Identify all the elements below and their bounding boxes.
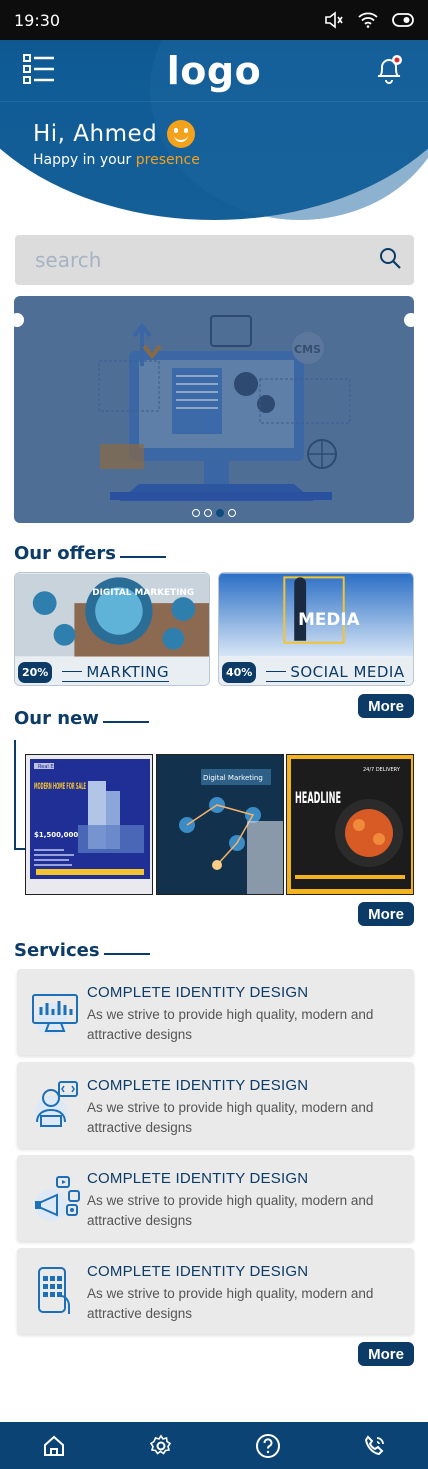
offers-more-button[interactable]: More [358, 694, 414, 718]
offer-card-marketing[interactable]: DIGITAL MARKETING 20% MARKTING [14, 572, 210, 686]
offer-image-text: MEDIA [298, 609, 359, 629]
service-description: As we strive to provide high quality, mo… [87, 1100, 374, 1135]
greeting-accent: presence [135, 152, 200, 168]
flyer-headline: HEADLINE [295, 788, 341, 807]
greeting-text: Hi, Ahmed [33, 121, 158, 147]
service-title: COMPLETE IDENTITY DESIGN [87, 984, 309, 1001]
banner-illustration: CMS [98, 315, 351, 501]
service-card[interactable]: COMPLETE IDENTITY DESIGN As we strive to… [17, 1248, 414, 1334]
bottom-navigation [0, 1422, 428, 1469]
service-title: COMPLETE IDENTITY DESIGN [87, 1170, 309, 1187]
notification-bell-icon[interactable] [372, 52, 406, 90]
header: logo Hi, Ahmed Happy in your presence [0, 40, 428, 240]
monitor-chart-icon [31, 987, 81, 1037]
digital-marketing-image: Digital Marketing [157, 755, 283, 894]
new-section-title: Our new [14, 708, 149, 729]
app-logo[interactable]: logo [167, 49, 261, 93]
pager-dot-active[interactable] [216, 509, 224, 517]
mobile-app-icon [31, 1266, 81, 1316]
greeting-subtext: Happy in your [33, 152, 132, 168]
wifi-icon [358, 12, 378, 28]
offers-title: Our offers [14, 543, 117, 564]
service-description: As we strive to provide high quality, mo… [87, 1286, 374, 1321]
search-input[interactable] [35, 248, 355, 272]
offer-image-marketing: DIGITAL MARKETING [15, 573, 209, 657]
new-items-carousel[interactable]: Real Estate MODERN HOME FOR SALE $1,500,… [14, 740, 414, 896]
real-estate-flyer: Real Estate MODERN HOME FOR SALE $1,500,… [26, 755, 152, 894]
banner-cms-label: CMS [294, 343, 321, 356]
help-icon[interactable] [253, 1431, 283, 1461]
banner-notch-right [404, 313, 414, 327]
flyer-price: $1,500,000 [34, 831, 78, 839]
offer-image-text: DIGITAL MARKETING [92, 588, 194, 598]
food-flyer: 24/7 DELIVERY HEADLINE [287, 755, 413, 894]
menu-icon[interactable] [22, 53, 56, 89]
phone-icon[interactable] [360, 1431, 390, 1461]
discount-badge: 20% [18, 661, 53, 683]
status-bar: 19:30 [0, 0, 428, 40]
home-icon[interactable] [39, 1431, 69, 1461]
offer-image-social-media: MEDIA [219, 573, 413, 657]
offer-card-social-media[interactable]: MEDIA 40% SOCIAL MEDIA [218, 572, 414, 686]
new-more-button[interactable]: More [358, 902, 414, 926]
offer-label: MARKTING [62, 663, 170, 682]
developer-icon [31, 1080, 81, 1130]
new-title: Our new [14, 708, 99, 729]
flyer-headline: MODERN HOME FOR SALE [34, 782, 86, 792]
offer-label: SOCIAL MEDIA [266, 663, 405, 682]
flyer-brand: Real Estate [38, 764, 66, 770]
service-card[interactable]: COMPLETE IDENTITY DESIGN As we strive to… [17, 969, 414, 1055]
new-item-food-flyer[interactable]: 24/7 DELIVERY HEADLINE [286, 754, 414, 895]
service-title: COMPLETE IDENTITY DESIGN [87, 1077, 309, 1094]
flyer-tag: 24/7 DELIVERY [363, 767, 401, 773]
greeting-block: Hi, Ahmed Happy in your presence [33, 120, 200, 168]
services-section-title: Services [14, 940, 150, 961]
promo-banner[interactable]: CMS [14, 296, 414, 523]
search-icon[interactable] [378, 246, 402, 274]
service-description: As we strive to provide high quality, mo… [87, 1193, 374, 1228]
service-description: As we strive to provide high quality, mo… [87, 1007, 374, 1042]
settings-icon[interactable] [146, 1431, 176, 1461]
toggle-icon [392, 13, 414, 27]
services-more-button[interactable]: More [358, 1342, 414, 1366]
status-time: 19:30 [14, 10, 61, 30]
search-bar[interactable] [15, 235, 414, 285]
service-title: COMPLETE IDENTITY DESIGN [87, 1263, 309, 1280]
service-card[interactable]: COMPLETE IDENTITY DESIGN As we strive to… [17, 1062, 414, 1148]
discount-badge: 40% [222, 661, 257, 683]
new-item-real-estate[interactable]: Real Estate MODERN HOME FOR SALE $1,500,… [25, 754, 153, 895]
tile-headline: Digital Marketing [203, 774, 263, 782]
pager-dot[interactable] [192, 509, 200, 517]
social-marketing-icon [31, 1173, 81, 1223]
new-item-digital-marketing[interactable]: Digital Marketing [156, 754, 284, 895]
services-title: Services [14, 940, 100, 961]
mute-icon [324, 11, 344, 29]
smiley-icon [167, 120, 196, 148]
pager-dot[interactable] [228, 509, 236, 517]
offers-section-title: Our offers [14, 543, 167, 564]
pager-dot[interactable] [204, 509, 212, 517]
banner-pager[interactable] [14, 509, 414, 517]
app-root: 19:30 logo Hi, Ahmed Happy in your prese… [0, 0, 428, 1469]
service-card[interactable]: COMPLETE IDENTITY DESIGN As we strive to… [17, 1155, 414, 1241]
